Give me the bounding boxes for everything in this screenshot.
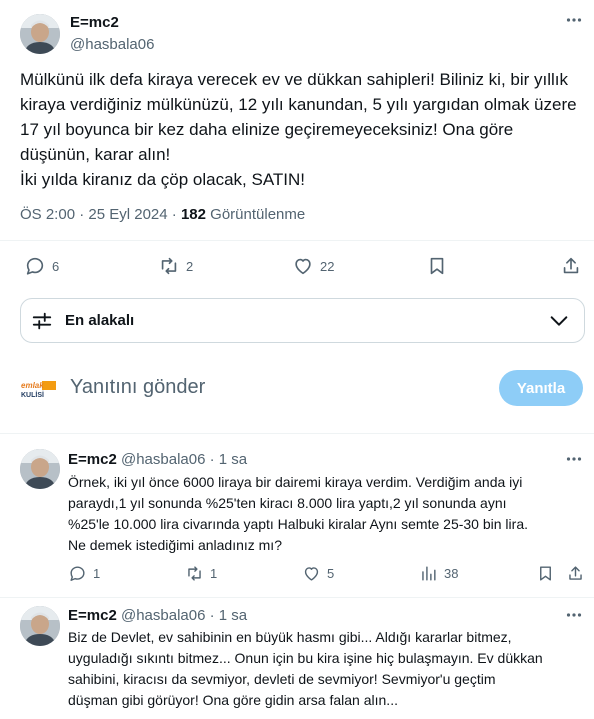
heart-icon (304, 567, 319, 581)
more-horizontal-icon[interactable] (566, 12, 582, 32)
views-action[interactable]: 38 (419, 564, 458, 583)
author-name[interactable]: E=mc2 (68, 451, 117, 468)
reply-line: Biz de Devlet, ev sahibinin en büyük has… (68, 629, 512, 645)
compose-avatar: emlak KULİSİ (20, 378, 58, 400)
tweet-text: Mülkünü ilk defa kiraya verecek ev ve dü… (20, 67, 585, 192)
share-icon (569, 566, 582, 580)
reply-input[interactable]: Yanıtını gönder (70, 376, 205, 399)
reply-line: düşman gibi görüyor! Ona göre gidin arsa… (68, 692, 398, 708)
reply-line: paraydı,1 yıl sonunda %25'ten kiracı 8.0… (68, 495, 507, 511)
sliders-icon (32, 312, 52, 329)
sort-label: En alakalı (65, 312, 135, 329)
reply-line: Örnek, iki yıl önce 6000 liraya bir dair… (68, 474, 523, 490)
bookmark-action[interactable] (536, 564, 555, 583)
reply-line: sahibini, kiracısı da sevmiyor, devleti … (68, 671, 496, 687)
tweet-line: İki yılda kiranız da çöp olacak, SATIN! (20, 170, 306, 189)
author-handle[interactable]: @hasbala06 (121, 607, 205, 624)
reply-count: 1 (93, 566, 101, 581)
analytics-icon (422, 566, 436, 581)
share-action[interactable] (566, 564, 585, 583)
like-action[interactable]: 5 (302, 564, 334, 583)
time-ago[interactable]: 1 sa (219, 451, 247, 468)
tweet-meta: ÖS 2:00 · 25 Eyl 2024 · 182 Görüntülenme (20, 206, 305, 223)
tweet-line: Mülkünü ilk defa kiraya verecek ev ve dü… (20, 70, 569, 89)
reply-icon (70, 566, 85, 581)
divider (0, 597, 594, 598)
reply-header: E=mc2 @hasbala06 · 1 sa (68, 451, 247, 468)
reply-line: Ne demek istediğimi anladınız mı? (68, 537, 282, 553)
retweet-count: 2 (186, 258, 194, 274)
reply-line: uyguladığı sıkıntı bitmez... Onun için b… (68, 650, 543, 666)
retweet-action[interactable]: 2 (158, 255, 193, 277)
reply-line: %25'le 10.000 lira civarında yaptı Halbu… (68, 516, 528, 532)
meta-separator: · (171, 206, 177, 223)
author-name[interactable]: E=mc2 (70, 14, 119, 31)
views-count: 182 (180, 206, 206, 223)
tweet-date[interactable]: 25 Eyl 2024 (88, 206, 167, 223)
retweet-icon (188, 566, 201, 581)
views-count: 38 (444, 566, 459, 581)
retweet-count: 1 (210, 566, 218, 581)
sort-dropdown[interactable]: En alakalı (20, 298, 585, 343)
avatar[interactable] (20, 606, 60, 646)
reply-action[interactable]: 6 (24, 255, 59, 277)
tweet-line: kiraya verdiğiniz mülkünüzü, 12 yılı kan… (20, 95, 577, 114)
tweet-line: düşünün, karar alın! (20, 145, 171, 164)
like-count: 5 (327, 566, 335, 581)
compose-avatar-text-top: emlak (21, 381, 44, 390)
reply-text: Örnek, iki yıl önce 6000 liraya bir dair… (68, 472, 588, 556)
share-action[interactable] (560, 255, 582, 277)
author-name[interactable]: E=mc2 (68, 607, 117, 624)
compose-avatar-text-bottom: KULİSİ (21, 391, 44, 399)
header-dot: · (209, 451, 215, 468)
reply-button[interactable]: Yanıtla (499, 370, 583, 406)
retweet-action[interactable]: 1 (185, 564, 217, 583)
meta-separator: · (79, 206, 85, 223)
reply-header: E=mc2 @hasbala06 · 1 sa (68, 607, 247, 624)
chevron-down-icon (550, 315, 568, 326)
bookmark-action[interactable] (426, 255, 448, 277)
share-icon (563, 257, 579, 274)
reply-text: Biz de Devlet, ev sahibinin en büyük has… (68, 627, 588, 711)
reply-icon (26, 257, 44, 275)
tweet-line: 17 yıl boyunca bir kez daha elinize geçi… (20, 120, 514, 139)
bookmark-icon (430, 257, 444, 275)
bookmark-icon (540, 566, 551, 581)
avatar[interactable] (20, 449, 60, 489)
views-label: Görüntülenme (210, 206, 306, 223)
tweet-time[interactable]: ÖS 2:00 (20, 206, 75, 223)
divider (0, 240, 594, 241)
header-dot: · (209, 607, 215, 624)
author-handle[interactable]: @hasbala06 (121, 451, 205, 468)
more-horizontal-icon[interactable] (566, 451, 582, 471)
time-ago[interactable]: 1 sa (219, 607, 247, 624)
reply-action[interactable]: 1 (68, 564, 100, 583)
heart-icon (295, 258, 311, 275)
like-action[interactable]: 22 (292, 255, 334, 277)
avatar[interactable] (20, 14, 60, 54)
more-horizontal-icon[interactable] (566, 607, 582, 627)
divider (0, 433, 594, 434)
author-handle[interactable]: @hasbala06 (70, 36, 154, 53)
like-count: 22 (320, 258, 335, 274)
reply-count: 6 (52, 258, 60, 274)
retweet-icon (161, 257, 177, 275)
